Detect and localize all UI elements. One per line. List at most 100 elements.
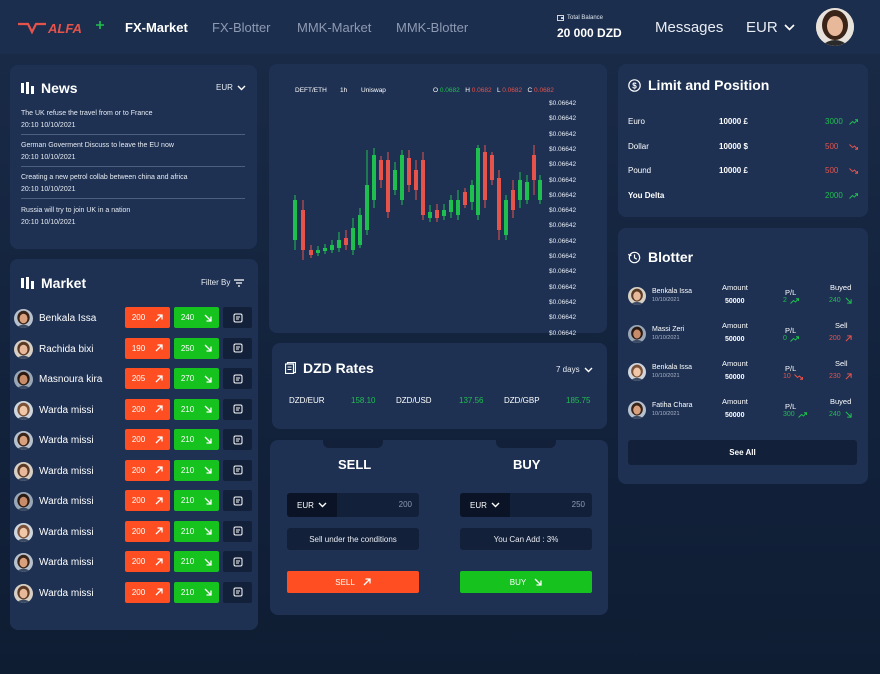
trader-name: Warda missi <box>39 404 94 416</box>
news-item[interactable]: Creating a new petrol collab between chi… <box>21 172 245 199</box>
avatar <box>628 363 646 381</box>
buy-price-button[interactable]: 250 <box>174 337 219 359</box>
market-row[interactable]: Rachida bixi 190 250 <box>14 337 254 362</box>
sell-price: 200 <box>131 496 146 505</box>
buy-price-button[interactable]: 210 <box>174 551 219 572</box>
sell-price-button[interactable]: 200 <box>125 551 170 572</box>
avatar <box>14 522 33 542</box>
buy-amount-field[interactable]: EUR 250 <box>460 493 592 517</box>
news-item[interactable]: Russia will try to join UK in a nation 20… <box>21 205 245 231</box>
buy-price-button[interactable]: 210 <box>174 520 219 542</box>
sell-price-button[interactable]: 200 <box>125 490 170 511</box>
market-row[interactable]: Warda missi 200 210 <box>14 490 254 514</box>
market-row[interactable]: Warda missi 200 210 <box>14 398 254 423</box>
news-title: News <box>21 80 78 96</box>
details-button[interactable] <box>223 459 252 481</box>
amount-label: Amount <box>722 283 748 292</box>
market-row[interactable]: Warda missi 200 210 <box>14 551 254 575</box>
history-icon <box>628 251 641 263</box>
buy-currency-dropdown[interactable]: EUR <box>460 493 510 517</box>
sell-price-button[interactable]: 200 <box>125 398 170 420</box>
user-avatar[interactable] <box>816 8 854 46</box>
sell-currency-dropdown[interactable]: EUR <box>287 493 337 517</box>
candlestick-chart[interactable] <box>285 100 545 300</box>
sell-price: 200 <box>131 404 146 414</box>
limit-value: 500 <box>825 141 839 151</box>
messages-link[interactable]: Messages <box>655 19 723 36</box>
price-tick-label: $0.06642 <box>549 176 577 184</box>
market-row[interactable]: Benkala Issa 200 240 <box>14 307 254 331</box>
price-tick-label: $0.06642 <box>549 145 577 153</box>
nav-fx-blotter[interactable]: FX-Blotter <box>212 20 271 35</box>
balance-value: 20 000 DZD <box>557 26 622 40</box>
news-currency: EUR <box>216 83 233 92</box>
buy-price-button[interactable]: 270 <box>174 368 219 389</box>
nav-mmk-market[interactable]: MMK-Market <box>297 20 371 35</box>
chart-interval[interactable]: 1h <box>340 87 347 94</box>
details-button[interactable] <box>223 429 252 450</box>
arrow-down-right-icon <box>845 297 852 304</box>
news-title-text: News <box>41 80 78 96</box>
market-row[interactable]: Warda missi 200 210 <box>14 520 254 545</box>
buy-price-button[interactable]: 210 <box>174 459 219 481</box>
details-button[interactable] <box>223 551 252 572</box>
sell-price: 200 <box>131 557 146 566</box>
currency-dropdown[interactable]: EUR <box>746 19 795 36</box>
market-row[interactable]: Warda missi 200 210 <box>14 459 254 484</box>
buy-price-button[interactable]: 210 <box>174 490 219 511</box>
avatar <box>14 370 33 389</box>
details-button[interactable] <box>223 581 252 603</box>
sell-price-button[interactable]: 200 <box>125 459 170 481</box>
market-row[interactable]: Warda missi 200 210 <box>14 581 254 606</box>
price-tick-label: $0.06642 <box>549 222 577 230</box>
sell-price-button[interactable]: 200 <box>125 581 170 603</box>
blotter-title-text: Blotter <box>648 249 694 265</box>
details-button[interactable] <box>223 307 252 328</box>
details-button[interactable] <box>223 368 252 389</box>
see-all-button[interactable]: See All <box>628 440 857 465</box>
details-button[interactable] <box>223 490 252 511</box>
nav-fx-market[interactable]: FX-Market <box>125 20 188 35</box>
sell-price-button[interactable]: 190 <box>125 337 170 359</box>
candle-body <box>323 248 327 251</box>
blotter-name: Benkala Issa <box>652 288 693 295</box>
chart-pair[interactable]: DEFT/ETH <box>295 87 327 94</box>
buy-button[interactable]: BUY <box>460 571 592 593</box>
price-tick-label: $0.06642 <box>549 191 577 199</box>
buy-price-button[interactable]: 210 <box>174 398 219 420</box>
news-item[interactable]: The UK refuse the travel from or to Fran… <box>21 108 245 135</box>
market-row[interactable]: Warda missi 200 210 <box>14 429 254 453</box>
sell-price-button[interactable]: 205 <box>125 368 170 389</box>
details-button[interactable] <box>223 520 252 542</box>
news-item[interactable]: German Goverment Discuss to leave the EU… <box>21 140 245 167</box>
sell-price-button[interactable]: 200 <box>125 520 170 542</box>
details-button[interactable] <box>223 398 252 420</box>
action-value: 240 <box>829 297 841 304</box>
market-row[interactable]: Masnoura kira 205 270 <box>14 368 254 392</box>
sell-price-button[interactable]: 200 <box>125 307 170 328</box>
nav-mmk-blotter[interactable]: MMK-Blotter <box>396 20 468 35</box>
candle-body <box>483 152 487 200</box>
buy-price-button[interactable]: 210 <box>174 429 219 450</box>
chart-exchange[interactable]: Uniswap <box>361 87 386 94</box>
filter-icon <box>234 278 245 287</box>
trend-up-icon <box>849 192 858 201</box>
candle-body <box>449 200 453 212</box>
sell-price: 205 <box>131 374 146 383</box>
filter-by-button[interactable]: Filter By <box>201 278 245 287</box>
candle-body <box>351 228 355 250</box>
details-button[interactable] <box>223 337 252 359</box>
rates-period-dropdown[interactable]: 7 days <box>556 365 593 374</box>
sell-amount-field[interactable]: EUR 200 <box>287 493 419 517</box>
sell-price-button[interactable]: 200 <box>125 429 170 450</box>
buy-price-button[interactable]: 240 <box>174 307 219 328</box>
trend-up-icon <box>797 411 807 418</box>
candle-body <box>538 180 542 200</box>
arrow-down-right-icon <box>204 497 212 505</box>
low-value: 0.0682 <box>502 87 523 94</box>
news-currency-dropdown[interactable]: EUR <box>216 83 246 92</box>
buy-price-button[interactable]: 210 <box>174 581 219 603</box>
candle-body <box>421 160 425 215</box>
alfa-logo[interactable]: ALFA <box>16 20 108 36</box>
sell-button[interactable]: SELL <box>287 571 419 593</box>
